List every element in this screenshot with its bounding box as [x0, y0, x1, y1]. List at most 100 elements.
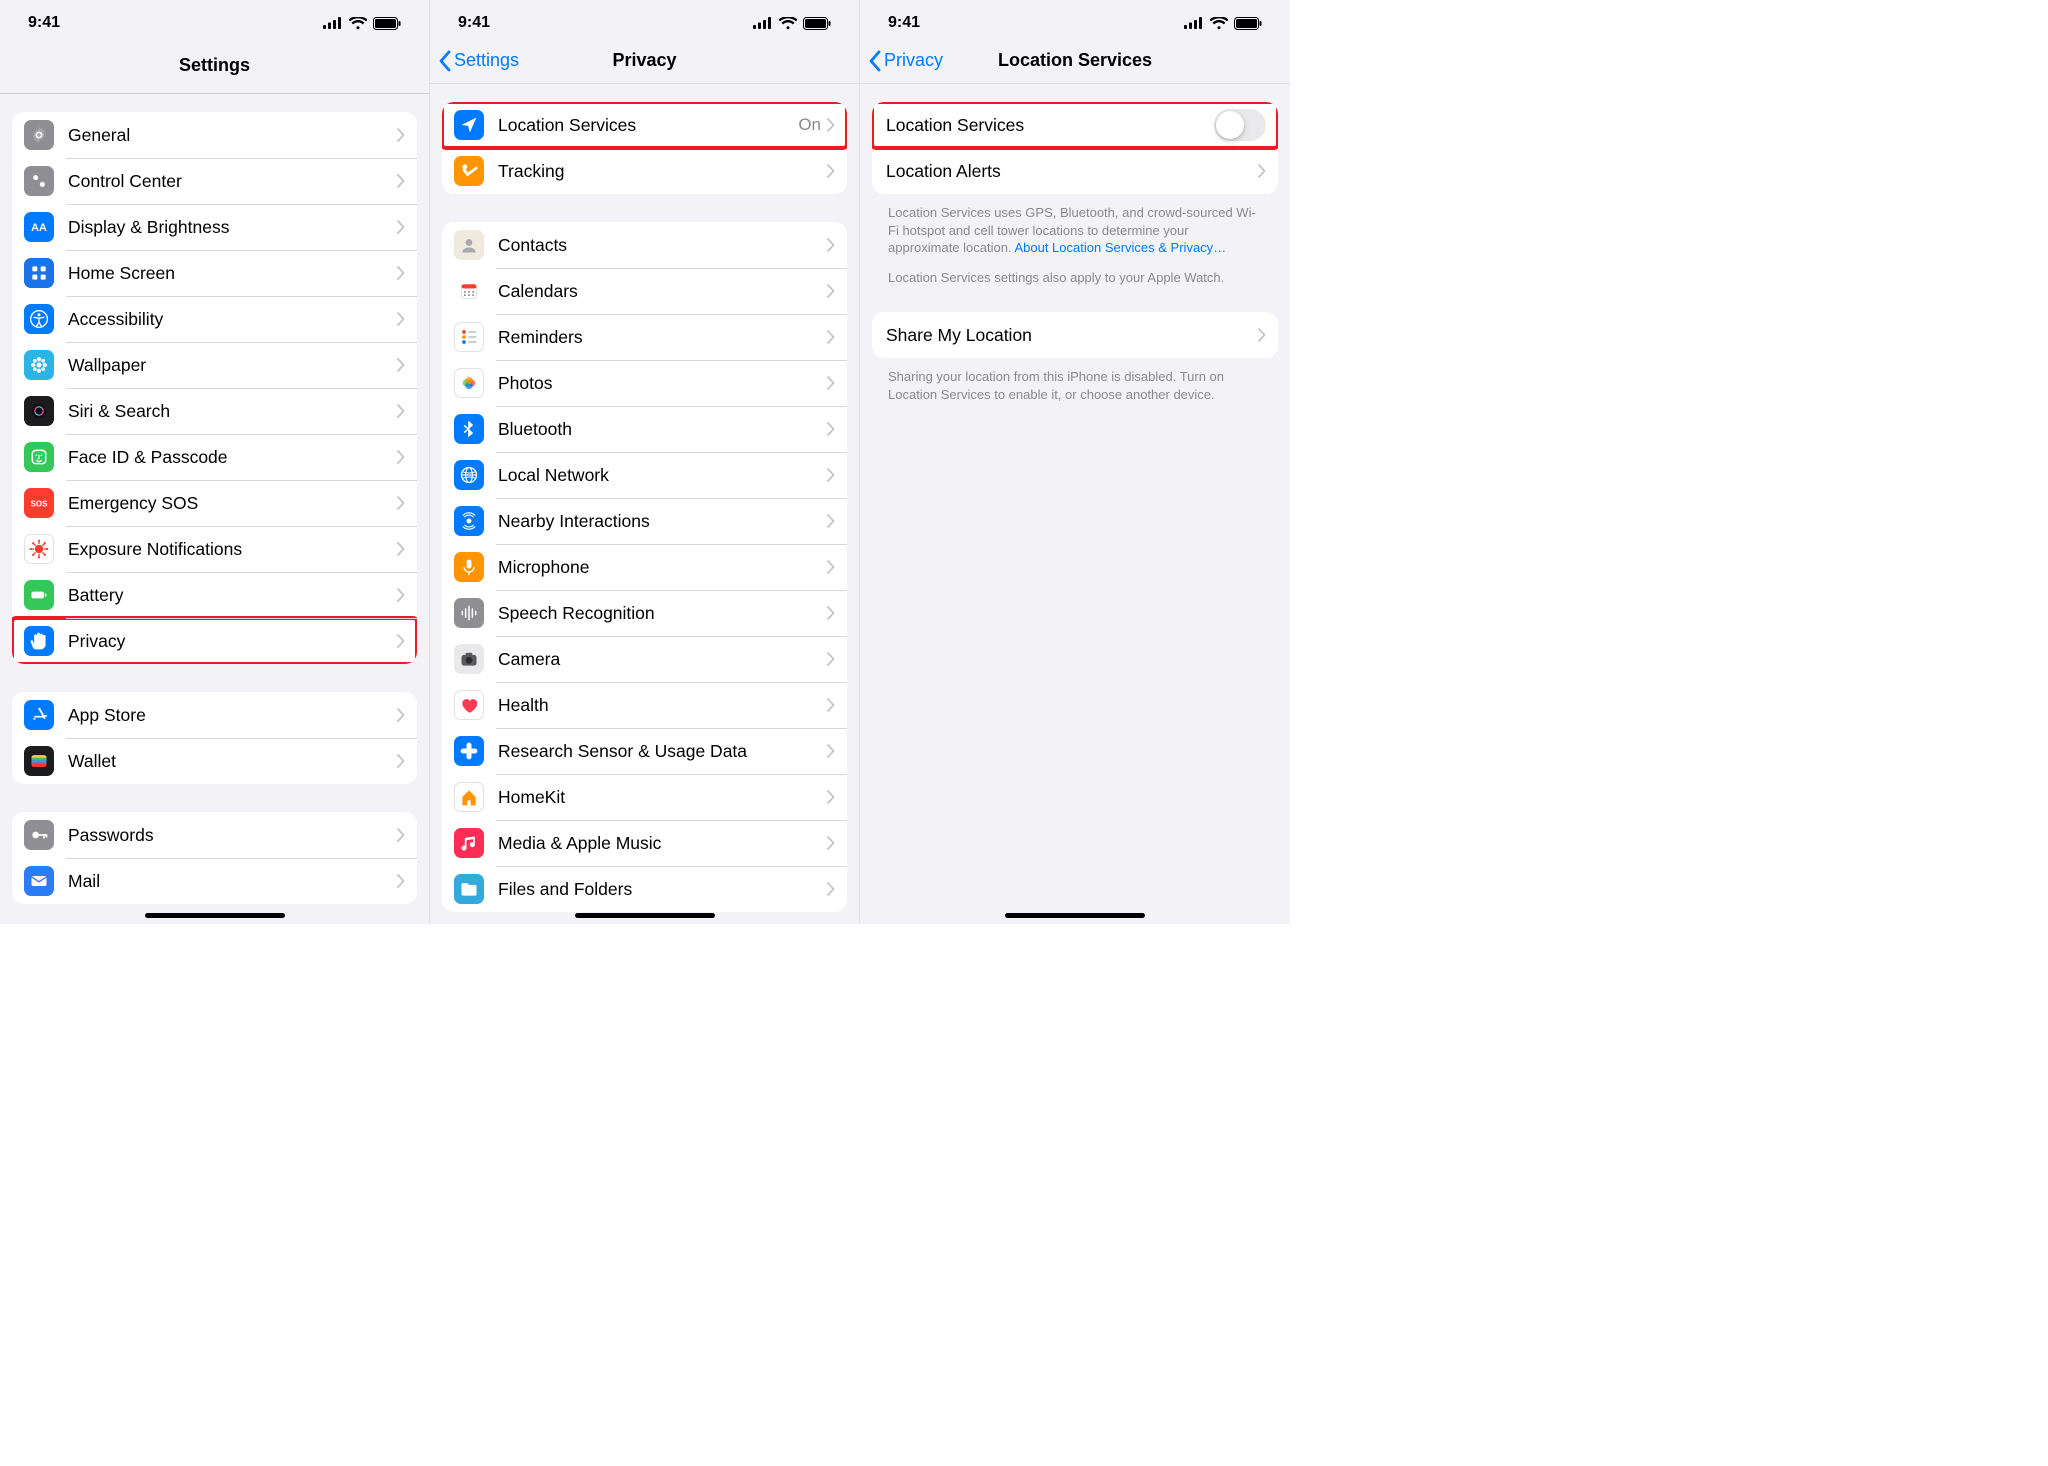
- row-exposure[interactable]: Exposure Notifications: [12, 526, 417, 572]
- camera-icon: [454, 644, 484, 674]
- chevron-right-icon: [827, 376, 835, 390]
- row-research[interactable]: Research Sensor & Usage Data: [442, 728, 847, 774]
- row-contacts[interactable]: Contacts: [442, 222, 847, 268]
- chevron-right-icon: [827, 118, 835, 132]
- status-bar: 9:41: [860, 0, 1290, 38]
- row-calendars[interactable]: Calendars: [442, 268, 847, 314]
- key-icon: [24, 820, 54, 850]
- status-bar: 9:41: [430, 0, 859, 38]
- siri-icon: [24, 396, 54, 426]
- signal-icon: [753, 17, 773, 29]
- home-indicator[interactable]: [575, 913, 715, 918]
- location-toggle[interactable]: [1214, 109, 1266, 141]
- row-faceid[interactable]: Face ID & Passcode: [12, 434, 417, 480]
- battery-icon: [803, 17, 831, 30]
- row-share-location[interactable]: Share My Location: [872, 312, 1278, 358]
- chevron-right-icon: [827, 422, 835, 436]
- footnote-share: Sharing your location from this iPhone i…: [872, 368, 1278, 403]
- back-button[interactable]: Privacy: [868, 50, 943, 72]
- row-local-network[interactable]: Local Network: [442, 452, 847, 498]
- row-location-services[interactable]: Location ServicesOn: [442, 102, 847, 148]
- wifi-icon: [349, 17, 367, 30]
- appstore-icon: [24, 700, 54, 730]
- chevron-right-icon: [1258, 164, 1266, 178]
- settings-group-main: General Control Center Display & Brightn…: [12, 112, 417, 664]
- row-bluetooth[interactable]: Bluetooth: [442, 406, 847, 452]
- chevron-right-icon: [397, 708, 405, 722]
- chevron-right-icon: [397, 634, 405, 648]
- row-mail[interactable]: Mail: [12, 858, 417, 904]
- tracking-icon: [454, 156, 484, 186]
- row-sos[interactable]: Emergency SOS: [12, 480, 417, 526]
- home-indicator[interactable]: [1005, 913, 1145, 918]
- row-camera[interactable]: Camera: [442, 636, 847, 682]
- wallpaper-icon: [24, 350, 54, 380]
- chevron-right-icon: [397, 874, 405, 888]
- row-app-store[interactable]: App Store: [12, 692, 417, 738]
- row-wallpaper[interactable]: Wallpaper: [12, 342, 417, 388]
- back-button[interactable]: Settings: [438, 50, 519, 72]
- photos-icon: [454, 368, 484, 398]
- row-control-center[interactable]: Control Center: [12, 158, 417, 204]
- sos-icon: [24, 488, 54, 518]
- globe-icon: [454, 460, 484, 490]
- text-size-icon: [24, 212, 54, 242]
- row-reminders[interactable]: Reminders: [442, 314, 847, 360]
- status-time: 9:41: [888, 14, 920, 32]
- mic-icon: [454, 552, 484, 582]
- chevron-right-icon: [397, 496, 405, 510]
- row-display[interactable]: Display & Brightness: [12, 204, 417, 250]
- chevron-right-icon: [397, 312, 405, 326]
- chevron-right-icon: [827, 330, 835, 344]
- mail-icon: [24, 866, 54, 896]
- navbar: Settings Privacy: [430, 38, 859, 84]
- navbar: Settings: [0, 38, 429, 94]
- faceid-icon: [24, 442, 54, 472]
- row-siri[interactable]: Siri & Search: [12, 388, 417, 434]
- row-media[interactable]: Media & Apple Music: [442, 820, 847, 866]
- row-nearby[interactable]: Nearby Interactions: [442, 498, 847, 544]
- accessibility-icon: [24, 304, 54, 334]
- row-wallet[interactable]: Wallet: [12, 738, 417, 784]
- row-general[interactable]: General: [12, 112, 417, 158]
- row-homekit[interactable]: HomeKit: [442, 774, 847, 820]
- back-label: Settings: [454, 50, 519, 71]
- chevron-right-icon: [827, 744, 835, 758]
- contacts-icon: [454, 230, 484, 260]
- chevron-right-icon: [827, 882, 835, 896]
- grid-icon: [24, 258, 54, 288]
- home-indicator[interactable]: [145, 913, 285, 918]
- chevron-right-icon: [827, 790, 835, 804]
- row-tracking[interactable]: Tracking: [442, 148, 847, 194]
- page-title: Location Services: [998, 50, 1152, 71]
- row-privacy[interactable]: Privacy: [12, 618, 417, 664]
- row-home-screen[interactable]: Home Screen: [12, 250, 417, 296]
- wallet-icon: [24, 746, 54, 776]
- status-bar: 9:41: [0, 0, 429, 38]
- row-speech[interactable]: Speech Recognition: [442, 590, 847, 636]
- navbar: Privacy Location Services: [860, 38, 1290, 84]
- chevron-right-icon: [397, 828, 405, 842]
- row-accessibility[interactable]: Accessibility: [12, 296, 417, 342]
- back-label: Privacy: [884, 50, 943, 71]
- chevron-right-icon: [827, 652, 835, 666]
- chevron-right-icon: [397, 266, 405, 280]
- row-location-alerts[interactable]: Location Alerts: [872, 148, 1278, 194]
- row-passwords[interactable]: Passwords: [12, 812, 417, 858]
- detail-text: On: [798, 115, 821, 135]
- reminders-icon: [454, 322, 484, 352]
- chevron-right-icon: [827, 238, 835, 252]
- about-location-link[interactable]: About Location Services & Privacy…: [1014, 240, 1226, 255]
- row-health[interactable]: Health: [442, 682, 847, 728]
- status-time: 9:41: [28, 14, 60, 32]
- music-icon: [454, 828, 484, 858]
- location-group-share: Share My Location: [872, 312, 1278, 358]
- row-photos[interactable]: Photos: [442, 360, 847, 406]
- battery-icon: [373, 17, 401, 30]
- row-microphone[interactable]: Microphone: [442, 544, 847, 590]
- location-icon: [454, 110, 484, 140]
- row-battery[interactable]: Battery: [12, 572, 417, 618]
- row-location-toggle[interactable]: Location Services: [872, 102, 1278, 148]
- row-files[interactable]: Files and Folders: [442, 866, 847, 912]
- chevron-right-icon: [397, 128, 405, 142]
